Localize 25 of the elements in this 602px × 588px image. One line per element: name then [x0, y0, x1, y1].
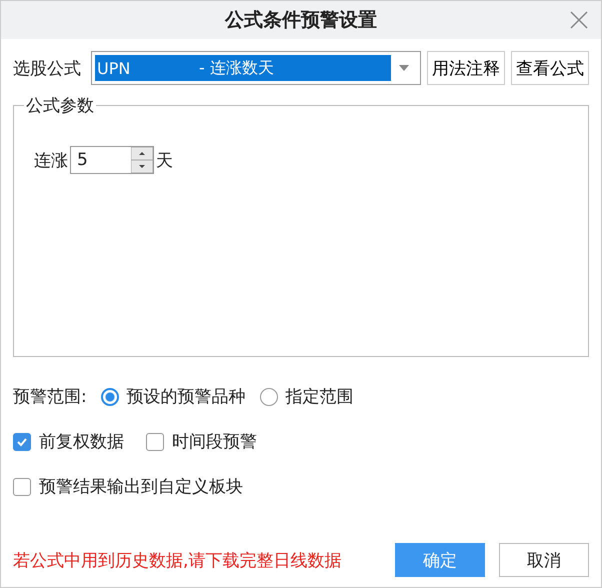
formula-button[interactable]: 查看公式 [511, 51, 589, 85]
checkbox-label: 前复权数据 [39, 431, 124, 453]
warning-text: 若公式中用到历史数据,请下载完整日线数据 [13, 550, 342, 572]
window-title: 公式条件预警设置 [225, 8, 377, 33]
group-title: 公式参数 [24, 94, 96, 117]
radio-label: 预设的预警品种 [126, 386, 246, 408]
radio-button[interactable] [260, 388, 278, 406]
cancel-button[interactable]: 取消 [499, 543, 589, 577]
checkbox[interactable] [13, 432, 31, 450]
unit-label: 天 [156, 150, 173, 172]
radio-button[interactable] [100, 388, 119, 406]
days-spinbox[interactable]: 5 [70, 146, 154, 174]
spin-arrows-icon[interactable] [131, 147, 153, 173]
checkbox-label: 时间段预警 [172, 431, 257, 453]
caret-icon [399, 65, 409, 71]
range-label: 预警范围: [13, 386, 87, 408]
close-icon[interactable] [569, 10, 589, 30]
formula-dropdown[interactable]: UPN - 连涨数天 [91, 51, 421, 85]
checkbox-label: 预警结果输出到自定义板块 [39, 476, 243, 498]
formula-label: 选股公式 [13, 58, 81, 80]
formula-button[interactable]: 用法注释 [427, 51, 505, 85]
checkbox[interactable] [13, 478, 31, 496]
radio-label: 指定范围 [286, 386, 354, 408]
parameter-label: 连涨 [34, 150, 68, 172]
checkbox[interactable] [146, 432, 164, 450]
